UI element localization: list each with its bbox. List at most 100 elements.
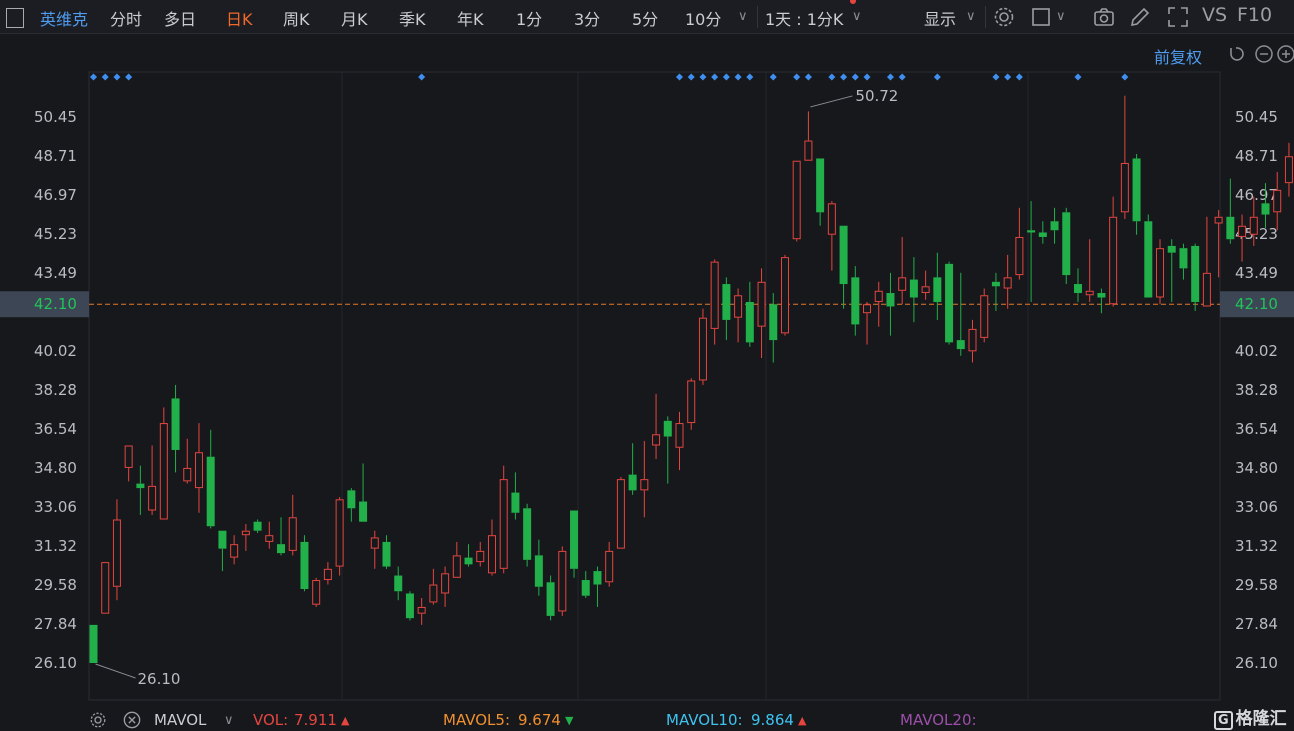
candle-body	[288, 517, 297, 551]
candle-body	[745, 301, 754, 343]
candle-body	[1284, 156, 1293, 184]
candle	[1003, 254, 1012, 309]
indicator-bar: MAVOL ∨ VOL: 7.911 ▲ MAVOL5: 9.674 ▼ MAV…	[0, 703, 1294, 731]
candle	[394, 566, 403, 601]
candle	[136, 465, 145, 516]
event-marker	[992, 73, 1000, 81]
candle	[101, 562, 110, 614]
event-marker	[711, 73, 719, 81]
candle-body	[405, 593, 414, 619]
candlestick-chart[interactable]: 50.45 48.71 46.97 45.23 43.49 42.10 40.02 38.28…	[0, 0, 1294, 703]
high-annotation-label: 50.72	[855, 87, 898, 105]
candle-body	[312, 580, 321, 605]
candle	[839, 225, 848, 309]
candle-body	[792, 160, 801, 240]
left-tick-label: 42.10	[34, 295, 77, 313]
mavol10-value: 9.864	[751, 711, 794, 729]
candle	[945, 261, 954, 345]
candle-body	[640, 479, 649, 491]
candle	[300, 535, 309, 592]
right-tick-label: 34.80	[1235, 459, 1278, 477]
candle-body	[277, 544, 286, 554]
candle-body	[417, 606, 426, 614]
candle	[1038, 221, 1047, 244]
candle-body	[218, 530, 227, 549]
event-marker	[746, 73, 754, 81]
vol-up-arrow-icon: ▲	[341, 714, 350, 727]
candle	[980, 288, 989, 343]
candle	[206, 429, 215, 529]
event-marker	[769, 73, 777, 81]
candle	[816, 158, 825, 226]
candle	[452, 541, 461, 578]
candle	[780, 254, 789, 336]
candle	[441, 566, 450, 607]
candle-body	[265, 535, 274, 542]
candle-body	[523, 508, 532, 560]
candle	[863, 301, 872, 345]
candles[interactable]	[89, 95, 1294, 663]
candle	[476, 541, 485, 567]
left-tick-label: 50.45	[34, 108, 77, 126]
mavol10-label: MAVOL10:	[666, 711, 743, 729]
candle	[253, 519, 262, 533]
candle	[265, 521, 274, 549]
candle-body	[851, 277, 860, 325]
candle	[933, 252, 942, 320]
candle	[464, 544, 473, 567]
candle	[1179, 243, 1188, 280]
right-tick-label: 27.84	[1235, 615, 1278, 633]
candle-body	[1226, 216, 1235, 240]
left-tick-label: 38.28	[34, 381, 77, 399]
candle	[1062, 207, 1071, 285]
candle	[1097, 288, 1106, 314]
candle-body	[1249, 216, 1258, 235]
candle	[722, 277, 731, 341]
event-marker	[722, 73, 730, 81]
candle-body	[980, 295, 989, 338]
candle-body	[370, 537, 379, 549]
candle-body	[956, 340, 965, 350]
left-tick-label: 29.58	[34, 576, 77, 594]
grid	[88, 71, 1221, 701]
candle	[171, 384, 180, 473]
candle-body	[991, 281, 1000, 287]
candle-body	[476, 550, 485, 563]
event-marker	[933, 73, 941, 81]
indicator-close-icon[interactable]	[123, 711, 141, 729]
candle-body	[89, 624, 98, 663]
candle-body	[253, 521, 262, 531]
candle-body	[101, 562, 110, 614]
candle	[628, 443, 637, 495]
candle-body	[921, 286, 930, 294]
candle-body	[1073, 284, 1082, 294]
candle-body	[874, 290, 883, 302]
right-tick-label: 38.28	[1235, 381, 1278, 399]
candle	[312, 577, 321, 607]
high-annotation-leader	[810, 95, 853, 108]
indicator-name[interactable]: MAVOL	[154, 711, 206, 729]
event-marker	[886, 73, 894, 81]
candle-body	[734, 295, 743, 318]
candle	[1284, 142, 1293, 197]
candle-body	[710, 261, 719, 329]
candle-body	[1179, 248, 1188, 269]
indicator-settings-gear-icon[interactable]	[89, 711, 107, 729]
right-tick-label: 42.10	[1235, 295, 1278, 313]
candle	[218, 530, 227, 572]
candle-body	[534, 555, 543, 587]
candle	[89, 624, 98, 663]
event-markers[interactable]	[90, 73, 1129, 81]
right-tick-label: 43.49	[1235, 264, 1278, 282]
candle-body	[136, 483, 145, 489]
candle	[194, 423, 203, 513]
candle	[499, 465, 508, 574]
right-price-axis: 50.4548.7146.9745.2343.4942.1040.0238.28…	[1220, 108, 1294, 672]
low-annotation-leader	[95, 663, 136, 679]
candle	[124, 445, 133, 482]
indicator-chevron-icon[interactable]: ∨	[224, 713, 234, 728]
candle-body	[675, 423, 684, 448]
candle	[804, 111, 813, 161]
left-tick-label: 27.84	[34, 615, 77, 633]
candle-body	[1144, 221, 1153, 298]
